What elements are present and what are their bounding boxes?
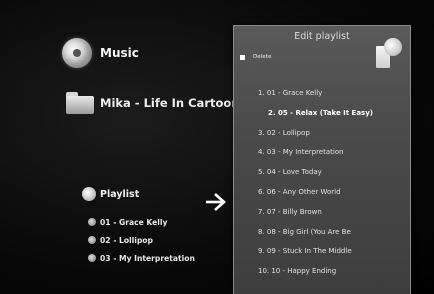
list-item-label: 01 - Grace Kelly bbox=[100, 217, 168, 227]
music-entry[interactable]: Music bbox=[62, 38, 139, 68]
track-item[interactable]: 6. 06 - Any Other World bbox=[258, 183, 408, 203]
arrow-right-icon bbox=[206, 193, 226, 211]
delete-label: Delete bbox=[253, 54, 272, 60]
track-list: 1. 01 - Grace Kelly 2. 05 - Relax (Take … bbox=[258, 84, 408, 282]
delete-marker-icon bbox=[240, 54, 245, 60]
list-item-label: 02 - Lollipop bbox=[100, 235, 153, 245]
list-item-label: 03 - My Interpretation bbox=[100, 253, 195, 263]
track-item[interactable]: 3. 02 - Lollipop bbox=[258, 124, 408, 144]
playlist-entry[interactable]: Playlist bbox=[82, 187, 139, 201]
track-item-selected[interactable]: 2. 05 - Relax (Take It Easy) bbox=[258, 104, 408, 124]
track-item[interactable]: 8. 08 - Big Girl (You Are Be bbox=[258, 223, 408, 243]
track-bullet-icon bbox=[88, 254, 96, 262]
media-player-screen: Music Mika - Life In Cartoon Moti Playli… bbox=[0, 0, 434, 294]
playlist-label: Playlist bbox=[100, 188, 140, 200]
music-label: Music bbox=[100, 46, 139, 60]
list-item[interactable]: 01 - Grace Kelly bbox=[88, 213, 195, 231]
list-item[interactable]: 03 - My Interpretation bbox=[88, 249, 195, 267]
track-item[interactable]: 10. 10 - Happy Ending bbox=[258, 262, 408, 282]
track-item[interactable]: 5. 04 - Love Today bbox=[258, 163, 408, 183]
delete-option[interactable]: Delete bbox=[240, 54, 271, 60]
track-bullet-icon bbox=[88, 218, 96, 226]
list-item[interactable]: 02 - Lollipop bbox=[88, 231, 195, 249]
track-item[interactable]: 4. 03 - My Interpretation bbox=[258, 143, 408, 163]
playlist-icon bbox=[82, 187, 96, 201]
track-item[interactable]: 7. 07 - Billy Brown bbox=[258, 203, 408, 223]
track-item[interactable]: 9. 09 - Stuck In The Middle bbox=[258, 242, 408, 262]
playlist-edit-icon bbox=[376, 38, 402, 72]
track-bullet-icon bbox=[88, 236, 96, 244]
playlist-items: 01 - Grace Kelly 02 - Lollipop 03 - My I… bbox=[88, 213, 195, 267]
folder-icon bbox=[66, 92, 94, 114]
edit-playlist-panel: Edit playlist Delete 1. 01 - Grace Kelly… bbox=[233, 25, 411, 294]
track-item[interactable]: 1. 01 - Grace Kelly bbox=[258, 84, 408, 104]
disc-icon bbox=[62, 38, 92, 68]
